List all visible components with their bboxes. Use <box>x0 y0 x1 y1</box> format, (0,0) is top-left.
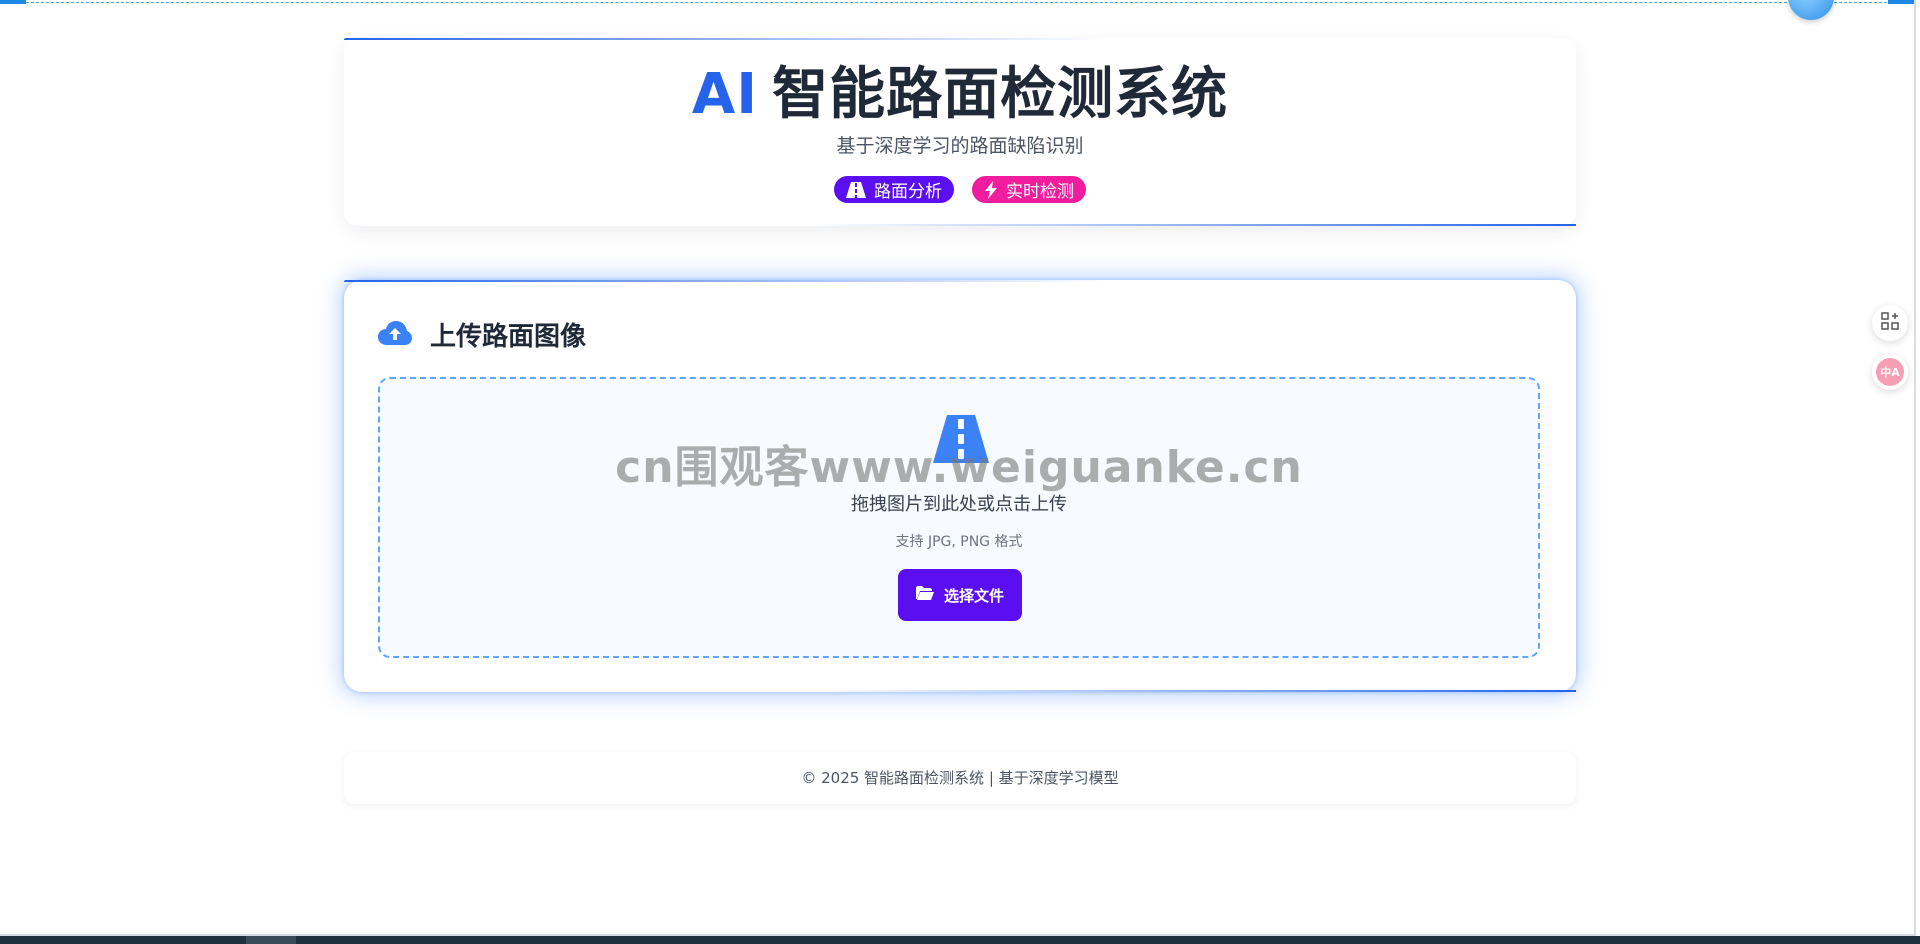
badge-realtime-detection: 实时检测 <box>972 176 1086 203</box>
translate-tool-button[interactable]: 中A <box>1872 354 1908 390</box>
badge-label: 路面分析 <box>874 182 942 202</box>
cloud-upload-icon <box>378 320 412 350</box>
title-ai: AI <box>691 62 759 127</box>
top-accent-bar-right <box>1888 0 1914 4</box>
road-icon <box>933 415 989 467</box>
apps-grid-icon <box>1881 312 1899 334</box>
upload-section-header: 上传路面图像 <box>378 316 586 353</box>
badge-label: 实时检测 <box>1006 182 1074 202</box>
bolt-icon <box>984 180 998 199</box>
top-dashed-line <box>26 2 1892 3</box>
folder-open-icon <box>915 586 934 604</box>
footer-text: © 2025 智能路面检测系统 | 基于深度学习模型 <box>801 769 1119 787</box>
taskbar-active-item[interactable] <box>246 936 296 944</box>
upload-card: 上传路面图像 cn围观客www.weiguanke.cn 拖拽图片到此处或点击上… <box>344 280 1576 692</box>
translate-icon: 中A <box>1876 358 1904 386</box>
badge-group: 路面分析 实时检测 <box>344 176 1576 203</box>
choose-file-button[interactable]: 选择文件 <box>898 569 1022 621</box>
badge-road-analysis: 路面分析 <box>834 176 954 203</box>
page-title: AI 智能路面检测系统 <box>344 38 1576 128</box>
dropzone-instruction: 拖拽图片到此处或点击上传 <box>851 494 1067 515</box>
choose-file-label: 选择文件 <box>943 586 1004 605</box>
page-subtitle: 基于深度学习的路面缺陷识别 <box>836 135 1084 157</box>
page-footer: © 2025 智能路面检测系统 | 基于深度学习模型 <box>344 752 1576 804</box>
upload-dropzone[interactable]: cn围观客www.weiguanke.cn 拖拽图片到此处或点击上传 支持 JP… <box>378 377 1540 658</box>
title-text: 智能路面检测系统 <box>772 62 1229 127</box>
apps-tool-button[interactable] <box>1872 305 1908 341</box>
header-card: AI 智能路面检测系统 基于深度学习的路面缺陷识别 路面分析 实时检测 <box>344 38 1576 226</box>
dropzone-format-hint: 支持 JPG, PNG 格式 <box>895 534 1023 550</box>
top-accent-bar <box>0 0 26 4</box>
road-icon <box>846 181 866 198</box>
upload-section-title: 上传路面图像 <box>430 322 587 352</box>
